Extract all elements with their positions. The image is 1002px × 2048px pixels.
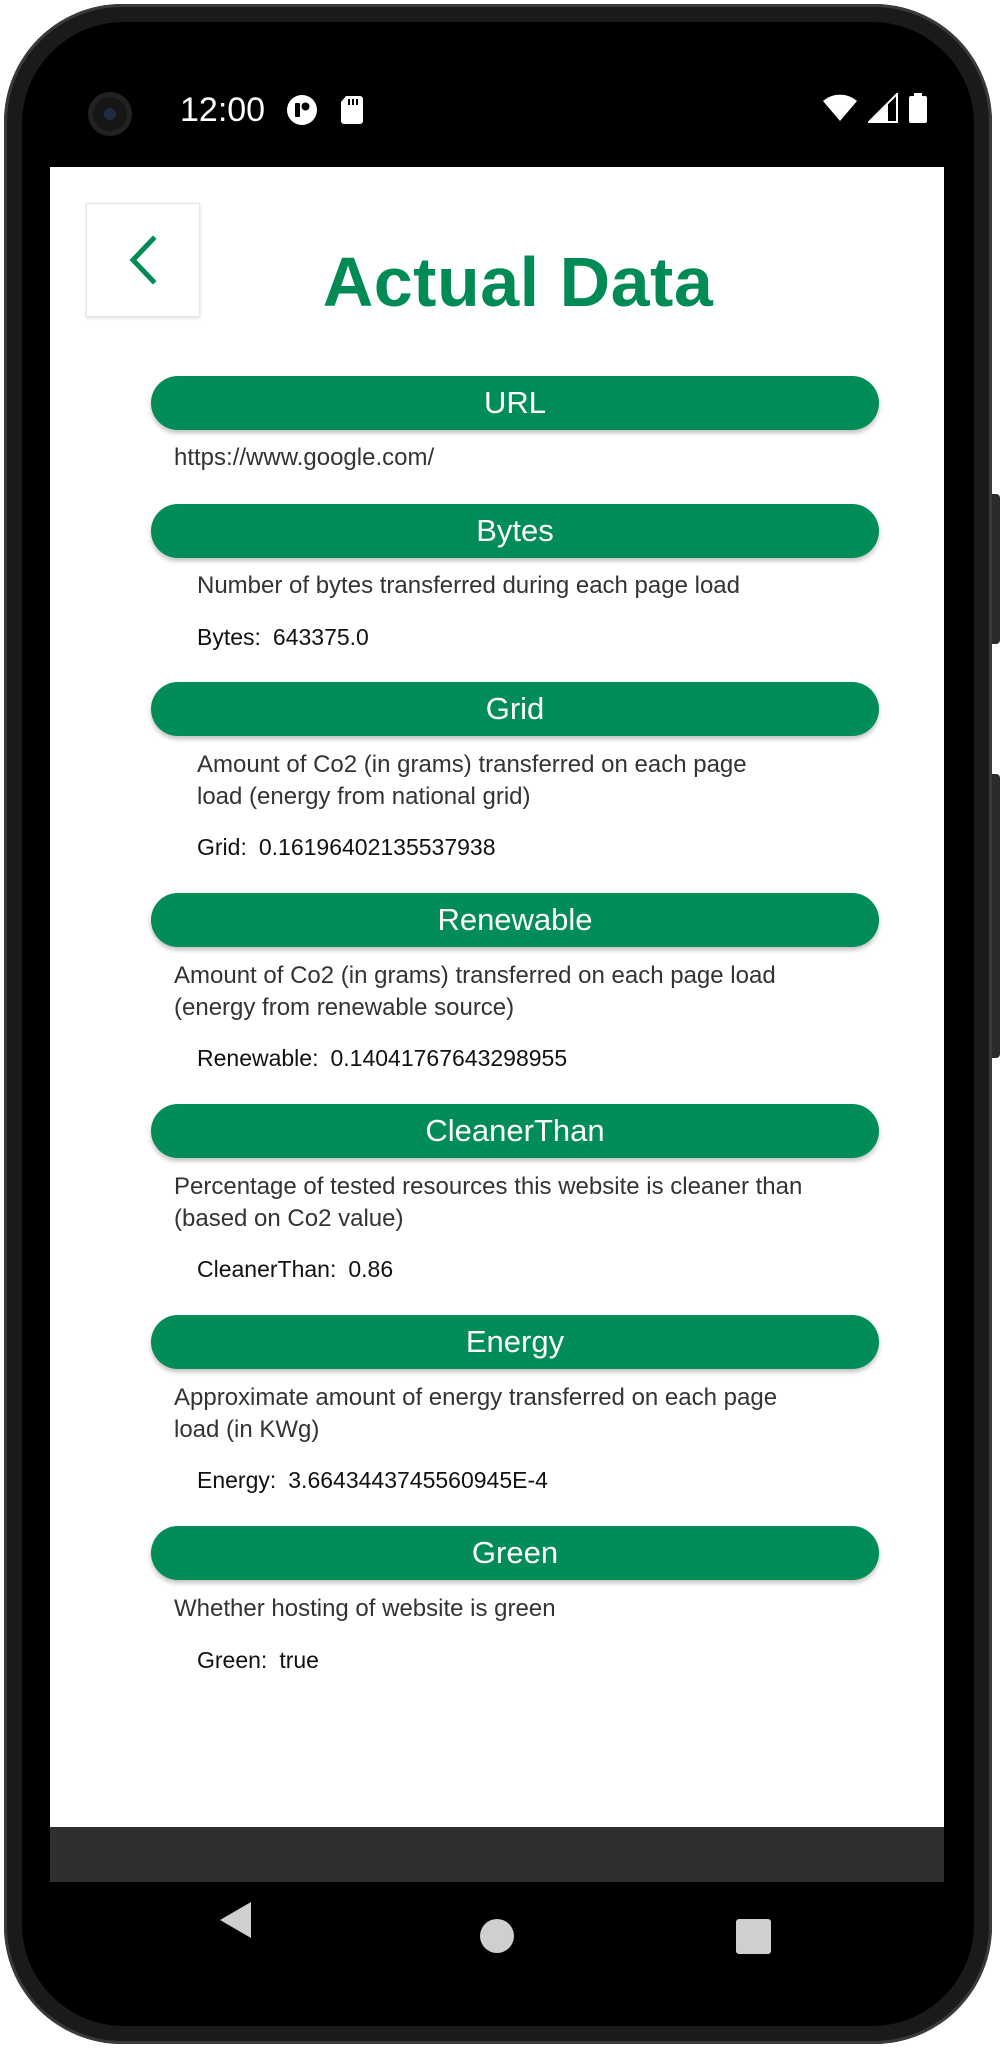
- home-nav-icon[interactable]: [480, 1919, 514, 1953]
- renewable-description-line: Amount of Co2 (in grams) transferred on …: [174, 962, 776, 989]
- green-label: Green:: [197, 1647, 268, 1673]
- notification-icon: [287, 95, 317, 125]
- grid-description: Amount of Co2 (in grams) transferred on …: [197, 749, 747, 813]
- cleanerthan-value: 0.86: [348, 1256, 394, 1282]
- wifi-icon: [823, 94, 857, 121]
- energy-description: Approximate amount of energy transferred…: [174, 1382, 777, 1446]
- app-screen: Actual Data URL https://www.google.com/ …: [50, 167, 944, 1827]
- battery-icon: [909, 93, 927, 123]
- cleanerthan-description-line: (based on Co2 value): [174, 1205, 404, 1232]
- section-header-energy: Energy: [151, 1315, 879, 1369]
- cleanerthan-value-row: CleanerThan: 0.86: [197, 1254, 393, 1284]
- grid-description-line: load (energy from national grid): [197, 783, 531, 810]
- page-title: Actual Data: [322, 243, 714, 321]
- green-value: true: [279, 1647, 319, 1673]
- energy-description-line: load (in KWg): [174, 1416, 320, 1443]
- url-value: https://www.google.com/: [174, 444, 435, 471]
- bytes-label: Bytes:: [197, 624, 261, 650]
- grid-value: 0.16196402135537938: [258, 834, 496, 860]
- energy-label: Energy:: [197, 1467, 277, 1493]
- section-header-bytes: Bytes: [151, 504, 879, 558]
- energy-value-row: Energy: 3.6643443745560945E-4: [197, 1465, 548, 1495]
- renewable-description: Amount of Co2 (in grams) transferred on …: [174, 960, 776, 1024]
- screen-bottom-bar: [50, 1827, 944, 1882]
- renewable-description-line: (energy from renewable source): [174, 994, 515, 1021]
- green-value-row: Green: true: [197, 1645, 319, 1675]
- grid-label: Grid:: [197, 834, 247, 860]
- status-icons: [822, 92, 928, 124]
- navigation-bar: [220, 1902, 771, 1954]
- section-header-cleanerthan: CleanerThan: [151, 1104, 879, 1158]
- volume-button: [992, 494, 1000, 644]
- renewable-label: Renewable:: [197, 1045, 319, 1071]
- recents-nav-icon[interactable]: [736, 1919, 771, 1954]
- energy-value: 3.6643443745560945E-4: [288, 1467, 548, 1493]
- sd-card-icon: [341, 96, 363, 124]
- cellular-signal-icon: [868, 93, 898, 123]
- cleanerthan-description-line: Percentage of tested resources this webs…: [174, 1173, 803, 1200]
- green-description: Whether hosting of website is green: [174, 1595, 556, 1622]
- nav-back-triangle[interactable]: [220, 1902, 251, 1938]
- grid-value-row: Grid: 0.16196402135537938: [197, 832, 495, 862]
- bytes-description: Number of bytes transferred during each …: [197, 572, 740, 599]
- energy-description-line: Approximate amount of energy transferred…: [174, 1384, 778, 1411]
- power-button: [992, 774, 1000, 1058]
- section-header-grid: Grid: [151, 682, 879, 736]
- cleanerthan-label: CleanerThan:: [197, 1256, 337, 1282]
- renewable-value-row: Renewable: 0.14041767643298955: [197, 1043, 567, 1073]
- back-nav-icon[interactable]: [220, 1902, 251, 1938]
- front-camera: [88, 92, 132, 136]
- section-header-green: Green: [151, 1526, 879, 1580]
- renewable-value: 0.14041767643298955: [330, 1045, 568, 1071]
- section-header-renewable: Renewable: [151, 893, 879, 947]
- bytes-value-row: Bytes: 643375.0: [197, 622, 369, 652]
- status-time: 12:00: [180, 91, 266, 129]
- section-header-url: URL: [151, 376, 879, 430]
- bytes-value: 643375.0: [272, 624, 369, 650]
- grid-description-line: Amount of Co2 (in grams) transferred on …: [197, 751, 747, 778]
- cleanerthan-description: Percentage of tested resources this webs…: [174, 1171, 802, 1235]
